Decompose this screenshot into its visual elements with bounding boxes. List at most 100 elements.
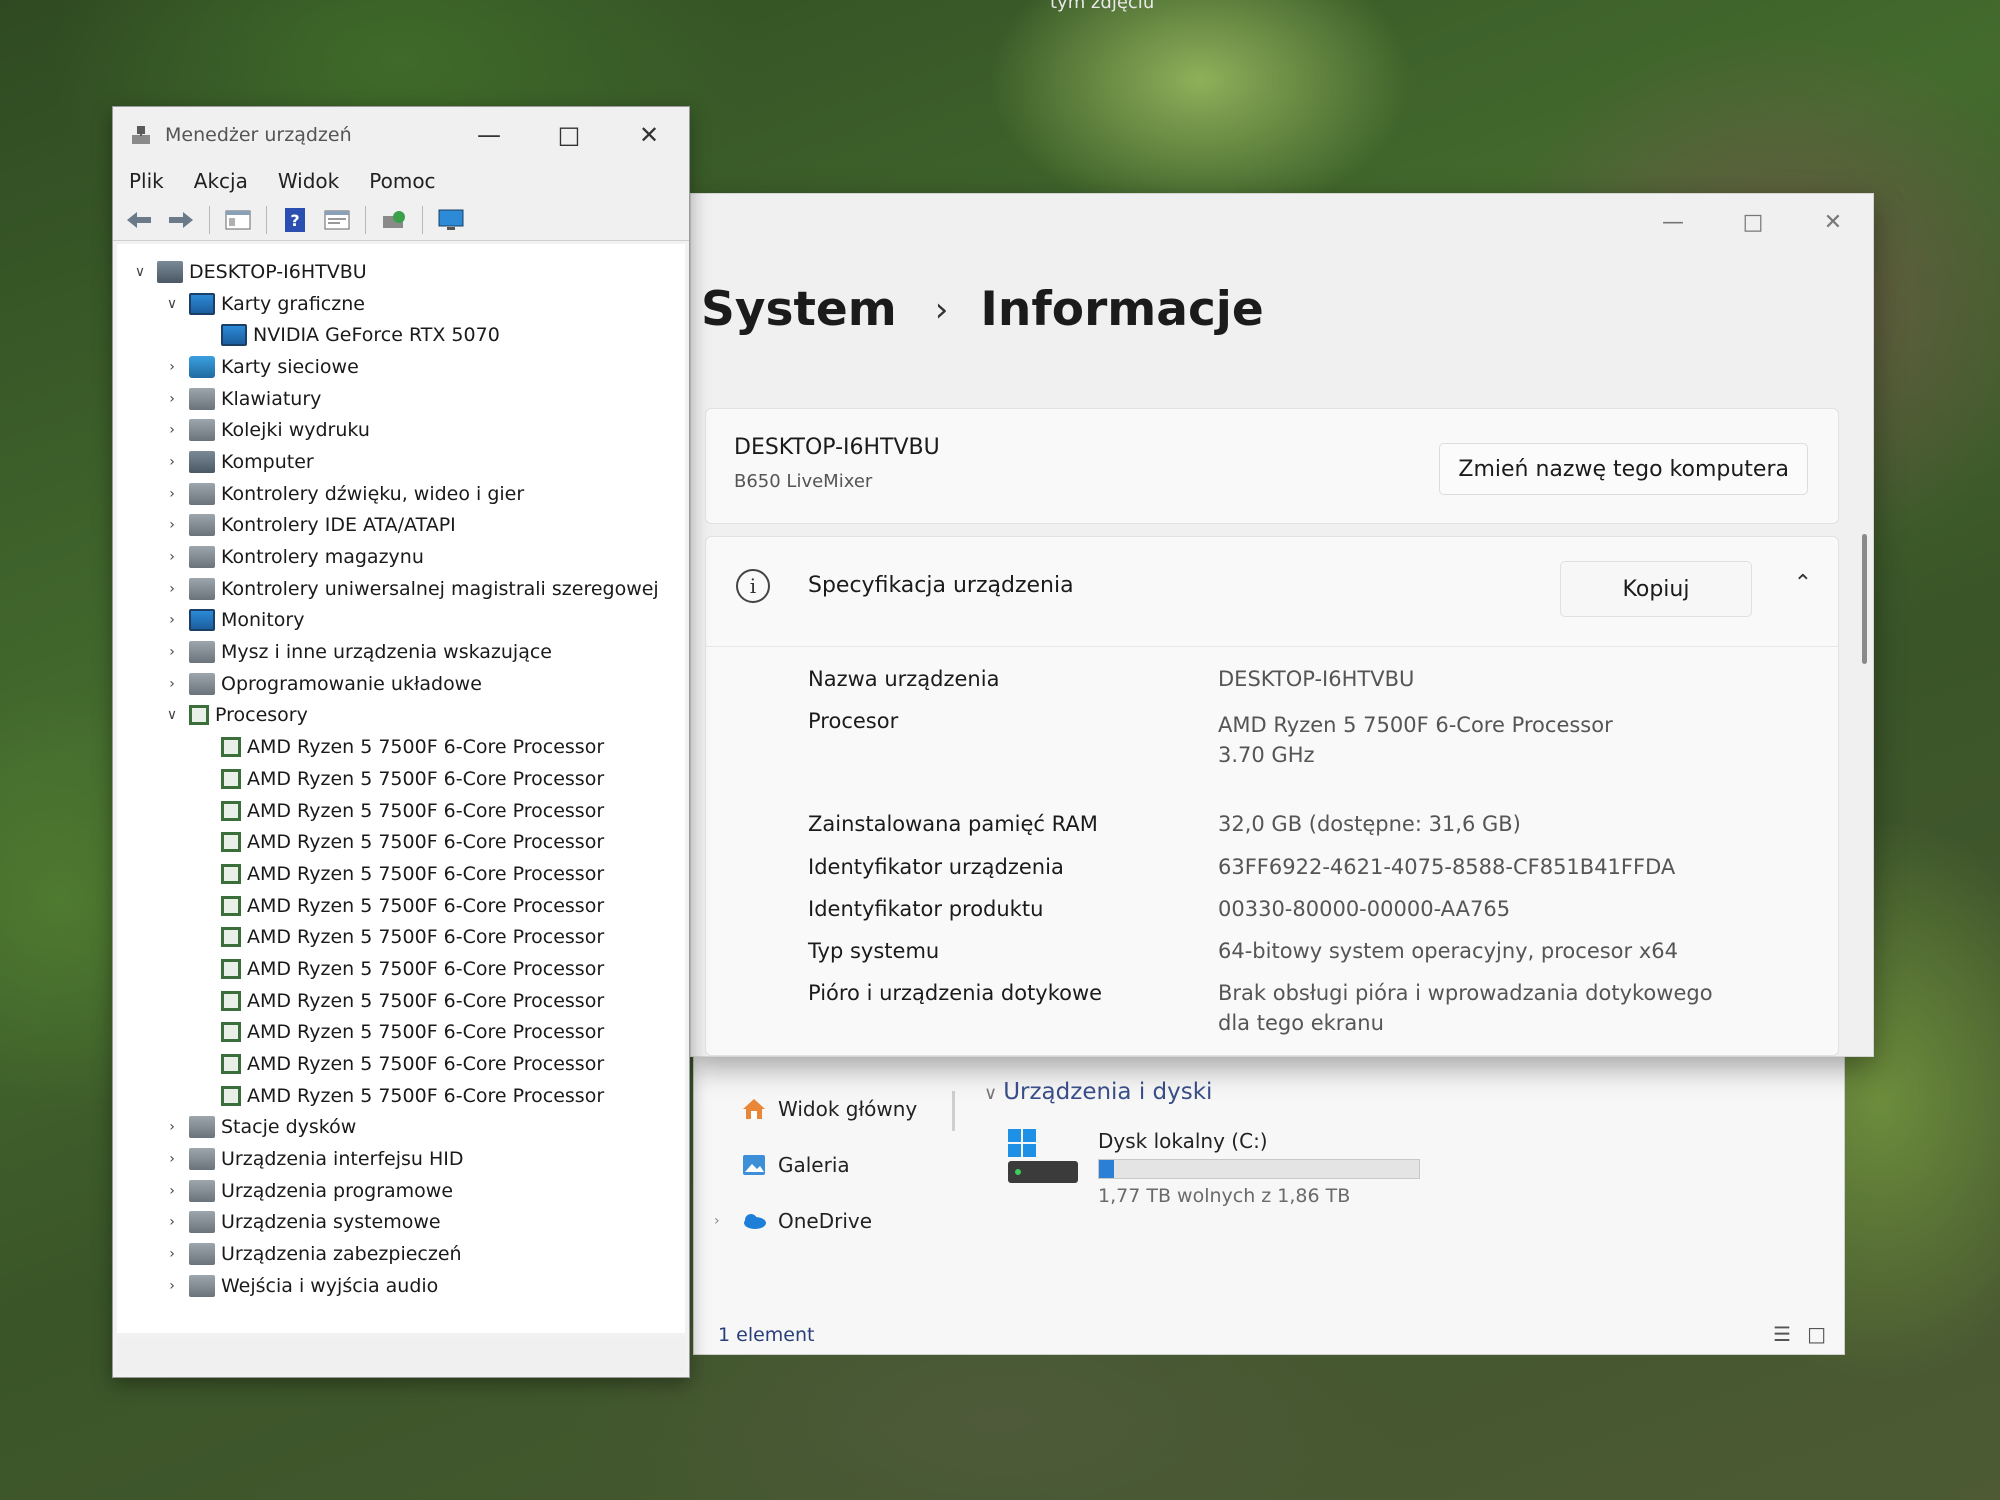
tree-device[interactable]: AMD Ryzen 5 7500F 6-Core Processor xyxy=(117,985,685,1017)
close-button[interactable]: ✕ xyxy=(609,107,689,163)
tree-category[interactable]: › Klawiatury xyxy=(117,383,685,415)
chevron-right-icon[interactable]: › xyxy=(161,454,183,470)
tree-category[interactable]: › Kontrolery IDE ATA/ATAPI xyxy=(117,510,685,542)
tree-category[interactable]: › Oprogramowanie układowe xyxy=(117,668,685,700)
console-tree-button[interactable] xyxy=(222,204,254,236)
tree-device[interactable]: AMD Ryzen 5 7500F 6-Core Processor xyxy=(117,763,685,795)
chevron-right-icon[interactable]: › xyxy=(714,1213,740,1229)
maximize-button[interactable]: □ xyxy=(1713,194,1793,250)
spec-value[interactable]: DESKTOP-I6HTVBU xyxy=(1218,664,1778,694)
tree-category[interactable]: › Kontrolery dźwięku, wideo i gier xyxy=(117,478,685,510)
spec-value[interactable]: Brak obsługi pióra i wprowadzania dotyko… xyxy=(1218,978,1778,1038)
rename-pc-button[interactable]: Zmień nazwę tego komputera xyxy=(1439,443,1808,495)
spec-header[interactable]: i Specyfikacja urządzenia Kopiuj ⌃ xyxy=(706,537,1838,647)
chevron-right-icon[interactable]: › xyxy=(161,391,183,407)
tree-category[interactable]: › Wejścia i wyjścia audio xyxy=(117,1270,685,1302)
nav-item-onedrive[interactable]: › OneDrive xyxy=(714,1193,924,1249)
breadcrumb-parent[interactable]: System xyxy=(701,282,897,337)
tree-device[interactable]: AMD Ryzen 5 7500F 6-Core Processor xyxy=(117,858,685,890)
tree-category[interactable]: › Urządzenia programowe xyxy=(117,1175,685,1207)
menu-akcja[interactable]: Akcja xyxy=(194,169,248,193)
chevron-right-icon[interactable]: › xyxy=(161,1214,183,1230)
maximize-button[interactable]: □ xyxy=(529,107,609,163)
tree-category[interactable]: › Mysz i inne urządzenia wskazujące xyxy=(117,636,685,668)
chevron-right-icon[interactable]: › xyxy=(161,644,183,660)
tiles-view-icon[interactable]: □ xyxy=(1807,1322,1826,1346)
tree-category[interactable]: › Urządzenia interfejsu HID xyxy=(117,1143,685,1175)
tree-root[interactable]: ∨ DESKTOP-I6HTVBU xyxy=(117,256,685,288)
chevron-right-icon[interactable]: › xyxy=(161,581,183,597)
scan-hardware-button[interactable] xyxy=(435,204,467,236)
tree-device[interactable]: AMD Ryzen 5 7500F 6-Core Processor xyxy=(117,731,685,763)
drive-name[interactable]: Dysk lokalny (C:) xyxy=(1098,1129,1268,1153)
tree-category[interactable]: ∨ Procesory xyxy=(117,700,685,732)
details-view-icon[interactable]: ☰ xyxy=(1773,1322,1791,1346)
chevron-right-icon[interactable]: › xyxy=(161,1151,183,1167)
tree-category[interactable]: › Kontrolery magazynu xyxy=(117,541,685,573)
forward-button[interactable] xyxy=(165,204,197,236)
chevron-right-icon[interactable]: › xyxy=(161,486,183,502)
menu-widok[interactable]: Widok xyxy=(278,169,339,193)
chevron-down-icon[interactable]: ∨ xyxy=(129,264,151,280)
menu-plik[interactable]: Plik xyxy=(129,169,164,193)
tree-category[interactable]: › Kolejki wydruku xyxy=(117,414,685,446)
tree-category[interactable]: › Urządzenia zabezpieczeń xyxy=(117,1238,685,1270)
spec-value[interactable]: 63FF6922-4621-4075-8588-CF851B41FFDA xyxy=(1218,852,1778,882)
svg-text:?: ? xyxy=(290,211,299,230)
chevron-right-icon[interactable]: › xyxy=(161,676,183,692)
nav-item-gallery[interactable]: Galeria xyxy=(714,1137,924,1193)
chevron-right-icon[interactable]: › xyxy=(161,1246,183,1262)
tree-category[interactable]: › Komputer xyxy=(117,446,685,478)
chevron-right-icon[interactable]: › xyxy=(161,1119,183,1135)
tree-device[interactable]: NVIDIA GeForce RTX 5070 xyxy=(117,319,685,351)
tree-category[interactable]: › Karty sieciowe xyxy=(117,351,685,383)
spec-value[interactable]: 00330-80000-00000-AA765 xyxy=(1218,894,1778,924)
chevron-down-icon[interactable]: ∨ xyxy=(161,707,183,723)
chevron-right-icon[interactable]: › xyxy=(161,1278,183,1294)
chevron-right-icon[interactable]: › xyxy=(161,422,183,438)
tree-device[interactable]: AMD Ryzen 5 7500F 6-Core Processor xyxy=(117,1017,685,1049)
local-disk-icon[interactable] xyxy=(1006,1127,1080,1187)
pane-splitter[interactable] xyxy=(952,1091,955,1131)
device-manager-titlebar[interactable]: Menedżer urządzeń — □ ✕ xyxy=(113,107,689,163)
chevron-right-icon[interactable]: › xyxy=(161,549,183,565)
onedrive-icon xyxy=(744,1214,766,1229)
scrollbar[interactable] xyxy=(1862,534,1867,664)
tree-category[interactable]: › Monitory xyxy=(117,605,685,637)
tree-item-label: Urządzenia systemowe xyxy=(221,1211,441,1234)
tree-device[interactable]: AMD Ryzen 5 7500F 6-Core Processor xyxy=(117,953,685,985)
tree-device[interactable]: AMD Ryzen 5 7500F 6-Core Processor xyxy=(117,921,685,953)
minimize-button[interactable]: — xyxy=(1633,194,1713,250)
chevron-up-icon[interactable]: ⌃ xyxy=(1794,571,1812,596)
item-count: 1 element xyxy=(718,1324,815,1346)
chevron-down-icon[interactable]: ∨ xyxy=(161,296,183,312)
tree-device[interactable]: AMD Ryzen 5 7500F 6-Core Processor xyxy=(117,826,685,858)
tree-device[interactable]: AMD Ryzen 5 7500F 6-Core Processor xyxy=(117,1048,685,1080)
help-button[interactable]: ? xyxy=(279,204,311,236)
close-button[interactable]: ✕ xyxy=(1793,194,1873,250)
back-button[interactable] xyxy=(123,204,155,236)
tree-device[interactable]: AMD Ryzen 5 7500F 6-Core Processor xyxy=(117,1080,685,1112)
update-driver-button[interactable] xyxy=(378,204,410,236)
tree-device[interactable]: AMD Ryzen 5 7500F 6-Core Processor xyxy=(117,795,685,827)
tree-category[interactable]: › Stacje dysków xyxy=(117,1112,685,1144)
nav-item-home[interactable]: Widok główny xyxy=(714,1081,924,1137)
chevron-right-icon[interactable]: › xyxy=(161,612,183,628)
chevron-right-icon[interactable]: › xyxy=(161,517,183,533)
chevron-right-icon[interactable]: › xyxy=(161,1183,183,1199)
tree-category[interactable]: › Kontrolery uniwersalnej magistrali szer… xyxy=(117,573,685,605)
chevron-down-icon: ∨ xyxy=(984,1083,998,1104)
tree-category[interactable]: › Urządzenia systemowe xyxy=(117,1207,685,1239)
spec-value[interactable]: 32,0 GB (dostępne: 31,6 GB) xyxy=(1218,809,1778,839)
menu-pomoc[interactable]: Pomoc xyxy=(369,169,435,193)
tree-category[interactable]: ∨ Karty graficzne xyxy=(117,288,685,320)
devices-section-title[interactable]: ∨ Urządzenia i dyski xyxy=(984,1079,1212,1105)
properties-button[interactable] xyxy=(321,204,353,236)
copy-button[interactable]: Kopiuj xyxy=(1560,561,1752,617)
minimize-button[interactable]: — xyxy=(449,107,529,163)
spec-value[interactable]: 64-bitowy system operacyjny, procesor x6… xyxy=(1218,936,1778,966)
tree-device[interactable]: AMD Ryzen 5 7500F 6-Core Processor xyxy=(117,890,685,922)
drive-usage-bar xyxy=(1098,1159,1420,1179)
chevron-right-icon[interactable]: › xyxy=(161,359,183,375)
spec-value[interactable]: AMD Ryzen 5 7500F 6-Core Processor 3.70 G… xyxy=(1218,710,1778,770)
